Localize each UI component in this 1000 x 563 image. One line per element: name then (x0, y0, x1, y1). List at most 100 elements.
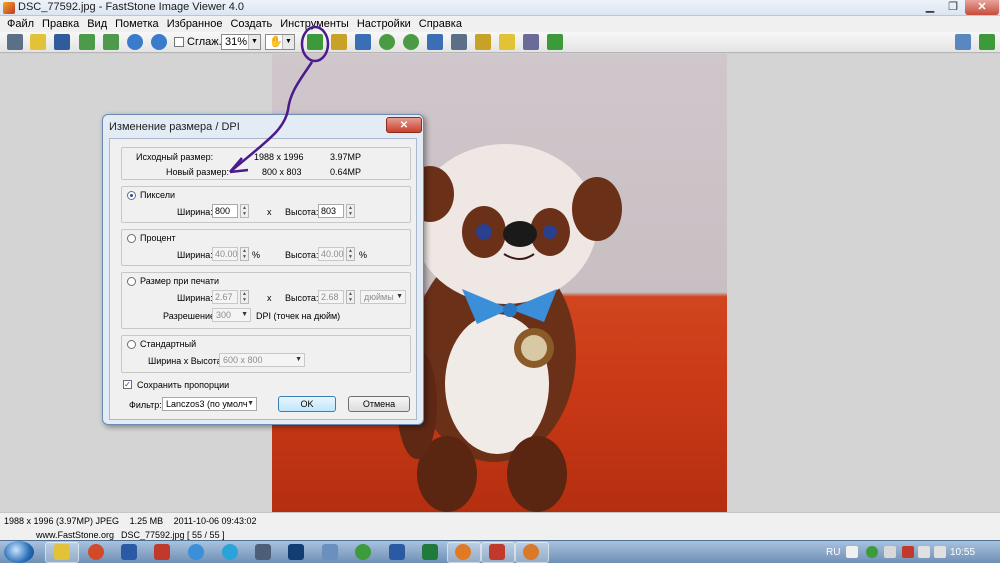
wallpaper-icon[interactable] (547, 34, 563, 50)
print-width-spinner[interactable]: ▲ ▼ (240, 290, 249, 304)
layout-icon[interactable] (955, 34, 971, 50)
minimize-button[interactable]: ▁ (919, 0, 941, 15)
pixels-width-spinner[interactable]: ▲ ▼ (240, 204, 249, 218)
menu-edit[interactable]: Правка (38, 18, 83, 30)
skype-icon[interactable] (222, 544, 238, 560)
monitor-icon[interactable] (255, 544, 271, 560)
rotate-right-icon[interactable] (403, 34, 419, 50)
rotate-left-icon[interactable] (379, 34, 395, 50)
start-button[interactable] (4, 541, 34, 563)
maximize-button[interactable]: ❐ (942, 0, 964, 15)
slideshow-icon[interactable] (475, 34, 491, 50)
dialog-close-button[interactable]: ✕ (386, 117, 422, 133)
previous-icon[interactable] (79, 34, 95, 50)
hand-icon: ✋ (269, 36, 283, 48)
percent-width-input[interactable]: 40.00 (212, 247, 238, 261)
menu-view[interactable]: Вид (83, 18, 111, 30)
zoom-out-icon[interactable] (151, 34, 167, 50)
browser-icon[interactable] (188, 544, 204, 560)
word-icon[interactable] (389, 544, 405, 560)
photoshop-icon[interactable] (288, 544, 304, 560)
zoom-select[interactable]: 31% ▼ (221, 34, 261, 50)
app-icon-2[interactable] (322, 544, 338, 560)
tray-antivirus-icon[interactable] (902, 546, 914, 558)
keep-ratio-checkbox[interactable]: ✓ (123, 380, 132, 389)
tray-flag-icon[interactable] (884, 546, 896, 558)
standard-size-label: Ширина x Высота: (148, 356, 225, 366)
pixels-x-label: x (267, 207, 272, 217)
close-button[interactable]: ✕ (965, 0, 999, 15)
tray-icon[interactable] (846, 546, 858, 558)
print-icon[interactable] (523, 34, 539, 50)
pixels-height-input[interactable]: 803 (318, 204, 344, 218)
fullscreen-icon[interactable] (979, 34, 995, 50)
menu-tools[interactable]: Инструменты (276, 18, 353, 30)
standard-radio[interactable] (127, 340, 136, 349)
filter-label: Фильтр: (129, 400, 162, 410)
resolution-select[interactable]: 300 ▼ (212, 308, 251, 322)
percent-height-spinner[interactable]: ▲ ▼ (346, 247, 355, 261)
menu-favorites[interactable]: Избранное (163, 18, 227, 30)
camera-icon[interactable] (7, 34, 23, 50)
menu-file[interactable]: Файл (3, 18, 38, 30)
menu-help[interactable]: Справка (415, 18, 466, 30)
keep-ratio-label: Сохранить пропорции (137, 380, 230, 390)
crop-icon[interactable] (355, 34, 371, 50)
menu-settings[interactable]: Настройки (353, 18, 415, 30)
network-icon[interactable] (918, 546, 930, 558)
print-unit-select[interactable]: дюймы ▼ (360, 290, 406, 304)
pixels-label: Пиксели (140, 190, 176, 200)
resolution-value: 300 (216, 310, 232, 320)
percent-width-spinner[interactable]: ▲ ▼ (240, 247, 249, 261)
standard-size-select[interactable]: 600 x 800 ▼ (219, 353, 305, 367)
percent-height-label: Высота: (285, 250, 319, 260)
menu-tag[interactable]: Пометка (111, 18, 163, 30)
pixels-height-spinner[interactable]: ▲ ▼ (346, 204, 355, 218)
kaspersky-icon[interactable] (121, 544, 137, 560)
tray-green-icon[interactable] (866, 546, 878, 558)
volume-icon[interactable] (934, 546, 946, 558)
smooth-checkbox[interactable] (174, 37, 184, 47)
percent-radio[interactable] (127, 234, 136, 243)
opera-icon[interactable] (88, 544, 104, 560)
print-height-spinner[interactable]: ▲ ▼ (346, 290, 355, 304)
ok-button[interactable]: OK (278, 396, 336, 412)
app-icon (3, 2, 15, 14)
resize-icon[interactable] (307, 34, 323, 50)
histogram-icon[interactable] (427, 34, 443, 50)
acrobat-icon[interactable] (154, 544, 170, 560)
next-icon[interactable] (103, 34, 119, 50)
zoom-in-icon[interactable] (127, 34, 143, 50)
menu-create[interactable]: Создать (226, 18, 276, 30)
print-size-radio[interactable] (127, 277, 136, 286)
green-app-icon[interactable] (355, 544, 371, 560)
filter-select[interactable]: Lanczos3 (по умолч ▼ (162, 397, 257, 411)
print-width-input[interactable]: 2.67 (212, 290, 238, 304)
folder-icon (54, 544, 70, 560)
print-height-input[interactable]: 2.68 (318, 290, 344, 304)
open-folder-icon[interactable] (30, 34, 46, 50)
zoom-value: 31% (225, 36, 248, 48)
compare-icon[interactable] (451, 34, 467, 50)
percent-height-unit: % (359, 250, 368, 260)
new-mp: 0.64MP (330, 167, 362, 177)
excel-icon[interactable] (422, 544, 438, 560)
canvas-size-icon[interactable] (331, 34, 347, 50)
percent-height-input[interactable]: 40.00 (318, 247, 344, 261)
clock[interactable]: 10:55 (950, 547, 975, 558)
chevron-down-icon: ▼ (396, 293, 403, 300)
chevron-down-icon: ▼ (282, 35, 294, 49)
new-size-label: Новый размер: (166, 167, 230, 177)
firefox-icon (455, 544, 471, 560)
email-icon[interactable] (499, 34, 515, 50)
size-info-group: Исходный размер: 1988 x 1996 3.97MP Новы… (121, 147, 411, 180)
new-size-value: 800 x 803 (262, 167, 302, 177)
standard-label: Стандартный (140, 339, 197, 349)
language-indicator[interactable]: RU (826, 547, 840, 558)
pixels-radio[interactable] (127, 191, 136, 200)
save-icon[interactable] (54, 34, 70, 50)
cancel-button[interactable]: Отмена (348, 396, 410, 412)
pan-tool-select[interactable]: ✋ ▼ (265, 34, 295, 50)
pixels-width-input[interactable]: 800 (212, 204, 238, 218)
website-link[interactable]: www.FastStone.org (36, 530, 114, 540)
